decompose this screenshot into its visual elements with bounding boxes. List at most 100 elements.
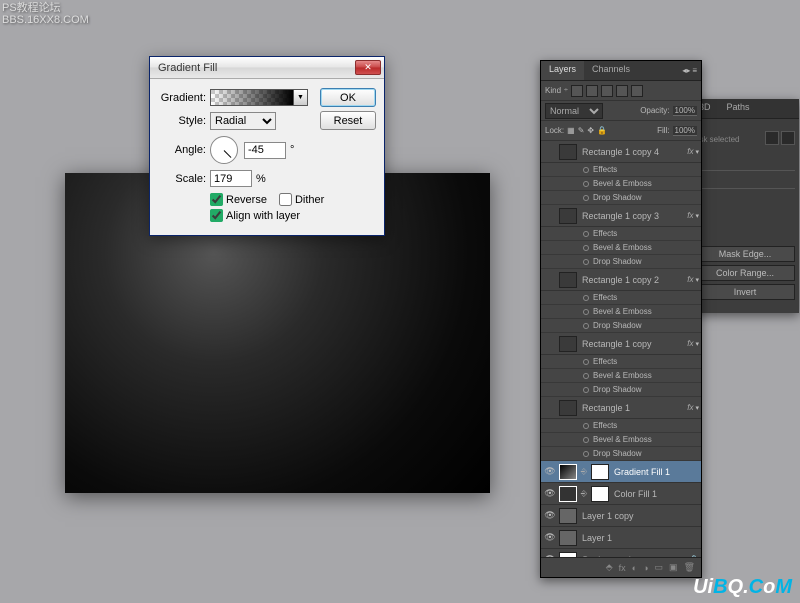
dialog-title: Gradient Fill xyxy=(158,62,355,74)
align-label[interactable]: Align with layer xyxy=(226,210,300,222)
gradient-dropdown-icon[interactable]: ▼ xyxy=(293,89,308,106)
no-mask-message: ask selected xyxy=(695,125,795,153)
watermark-line1: PS教程论坛 xyxy=(2,2,89,14)
layer-name: Layer 1 copy xyxy=(579,511,699,521)
effects-row[interactable]: Effects xyxy=(541,419,701,433)
effects-row[interactable]: Effects xyxy=(541,355,701,369)
effects-row[interactable]: Effects xyxy=(541,227,701,241)
layer-row-selected[interactable]: 👁 ⎆ Gradient Fill 1 xyxy=(541,461,701,483)
tab-layers[interactable]: Layers xyxy=(541,61,584,80)
feather-slider xyxy=(695,179,795,189)
bevel-row[interactable]: Bevel & Emboss xyxy=(541,177,701,191)
dialog-titlebar[interactable]: Gradient Fill ✕ xyxy=(150,57,384,79)
layer-row[interactable]: 👁 Layer 1 copy xyxy=(541,505,701,527)
vector-mask-icon[interactable] xyxy=(781,131,795,145)
bevel-row[interactable]: Bevel & Emboss xyxy=(541,369,701,383)
layer-row[interactable]: 👁 Layer 1 xyxy=(541,527,701,549)
shadow-row[interactable]: Drop Shadow xyxy=(541,447,701,461)
visibility-icon[interactable] xyxy=(543,145,557,159)
mask-edge-button[interactable]: Mask Edge... xyxy=(695,246,795,262)
gradient-swatch[interactable] xyxy=(210,89,294,106)
shadow-row[interactable]: Drop Shadow xyxy=(541,255,701,269)
reverse-label[interactable]: Reverse xyxy=(226,194,267,206)
close-icon[interactable]: ✕ xyxy=(355,60,381,75)
tab-channels[interactable]: Channels xyxy=(584,61,638,80)
ok-button[interactable]: OK xyxy=(320,88,376,107)
lock-pixel-icon[interactable]: ✎ xyxy=(578,126,585,135)
filter-smart-icon[interactable] xyxy=(631,85,643,97)
panel-menu[interactable]: ◂▸≡ xyxy=(682,61,701,80)
fill-label: Fill: xyxy=(657,126,669,135)
adjustment-icon[interactable]: ◑ xyxy=(643,563,648,573)
effects-row[interactable]: Effects xyxy=(541,291,701,305)
layer-row[interactable]: Rectangle 1 copy 2 fx▾ xyxy=(541,269,701,291)
style-select[interactable]: Radial xyxy=(210,112,276,130)
lock-position-icon[interactable]: ✥ xyxy=(587,126,594,135)
layer-fx-icon[interactable]: fx xyxy=(619,563,626,573)
layer-name: Rectangle 1 copy 4 xyxy=(579,147,687,157)
mask-thumb xyxy=(591,464,609,480)
reset-button[interactable]: Reset xyxy=(320,111,376,130)
visibility-icon[interactable]: 👁 xyxy=(543,487,557,501)
properties-tabs: 3D Paths xyxy=(691,99,799,119)
fx-icon[interactable]: fx xyxy=(687,339,693,348)
layer-name: Rectangle 1 xyxy=(579,403,687,413)
lock-transparent-icon[interactable]: ▦ xyxy=(567,126,575,135)
layer-row[interactable]: Rectangle 1 fx▾ xyxy=(541,397,701,419)
fx-icon[interactable]: fx xyxy=(687,275,693,284)
layer-thumb xyxy=(559,530,577,546)
link-layers-icon[interactable]: ⬘ xyxy=(606,562,613,573)
lock-all-icon[interactable]: 🔒 xyxy=(597,126,607,135)
visibility-icon[interactable] xyxy=(543,273,557,287)
layer-row[interactable]: Rectangle 1 copy 3 fx▾ xyxy=(541,205,701,227)
blend-row: Normal Opacity: 100% xyxy=(541,101,701,121)
angle-input[interactable] xyxy=(244,142,286,159)
visibility-icon[interactable] xyxy=(543,337,557,351)
visibility-icon[interactable]: 👁 xyxy=(543,509,557,523)
layer-row[interactable]: Rectangle 1 copy fx▾ xyxy=(541,333,701,355)
bevel-row[interactable]: Bevel & Emboss xyxy=(541,305,701,319)
layer-mask-icon[interactable]: ◐ xyxy=(632,563,637,573)
filter-pixel-icon[interactable] xyxy=(571,85,583,97)
fx-icon[interactable]: fx xyxy=(687,211,693,220)
layer-row[interactable]: Rectangle 1 copy 4 fx▾ xyxy=(541,141,701,163)
mask-link-icon[interactable]: ⎆ xyxy=(579,467,589,477)
fx-icon[interactable]: fx xyxy=(687,403,693,412)
dither-label[interactable]: Dither xyxy=(295,194,324,206)
layer-row[interactable]: 👁 Background 🔒 xyxy=(541,549,701,557)
visibility-icon[interactable] xyxy=(543,209,557,223)
scale-input[interactable] xyxy=(210,170,252,187)
invert-button[interactable]: Invert xyxy=(695,284,795,300)
shadow-row[interactable]: Drop Shadow xyxy=(541,319,701,333)
shadow-row[interactable]: Drop Shadow xyxy=(541,383,701,397)
angle-dial[interactable] xyxy=(210,136,238,164)
visibility-icon[interactable] xyxy=(543,401,557,415)
filter-shape-icon[interactable] xyxy=(616,85,628,97)
align-checkbox[interactable] xyxy=(210,209,223,222)
fx-icon[interactable]: fx xyxy=(687,147,693,156)
tab-paths[interactable]: Paths xyxy=(719,99,758,118)
opacity-value[interactable]: 100% xyxy=(673,106,697,116)
visibility-icon[interactable]: 👁 xyxy=(543,465,557,479)
blend-mode-select[interactable]: Normal xyxy=(545,103,603,119)
layer-thumb xyxy=(559,336,577,352)
bevel-row[interactable]: Bevel & Emboss xyxy=(541,433,701,447)
new-layer-icon[interactable]: ▣ xyxy=(669,562,678,573)
delete-icon[interactable]: 🗑 xyxy=(684,562,695,573)
layer-list: Rectangle 1 copy 4 fx▾ Effects Bevel & E… xyxy=(541,141,701,557)
layers-panel: Layers Channels ◂▸≡ Kind ÷ Normal Opacit… xyxy=(540,60,702,578)
layer-row[interactable]: 👁 ⎆ Color Fill 1 xyxy=(541,483,701,505)
color-range-button[interactable]: Color Range... xyxy=(695,265,795,281)
dither-checkbox[interactable] xyxy=(279,193,292,206)
filter-adjust-icon[interactable] xyxy=(586,85,598,97)
shadow-row[interactable]: Drop Shadow xyxy=(541,191,701,205)
group-icon[interactable]: ▭ xyxy=(655,562,664,573)
visibility-icon[interactable]: 👁 xyxy=(543,531,557,545)
fill-value[interactable]: 100% xyxy=(673,126,697,136)
effects-row[interactable]: Effects xyxy=(541,163,701,177)
bevel-row[interactable]: Bevel & Emboss xyxy=(541,241,701,255)
pixel-mask-icon[interactable] xyxy=(765,131,779,145)
reverse-checkbox[interactable] xyxy=(210,193,223,206)
filter-type-icon[interactable] xyxy=(601,85,613,97)
mask-link-icon[interactable]: ⎆ xyxy=(579,489,589,499)
